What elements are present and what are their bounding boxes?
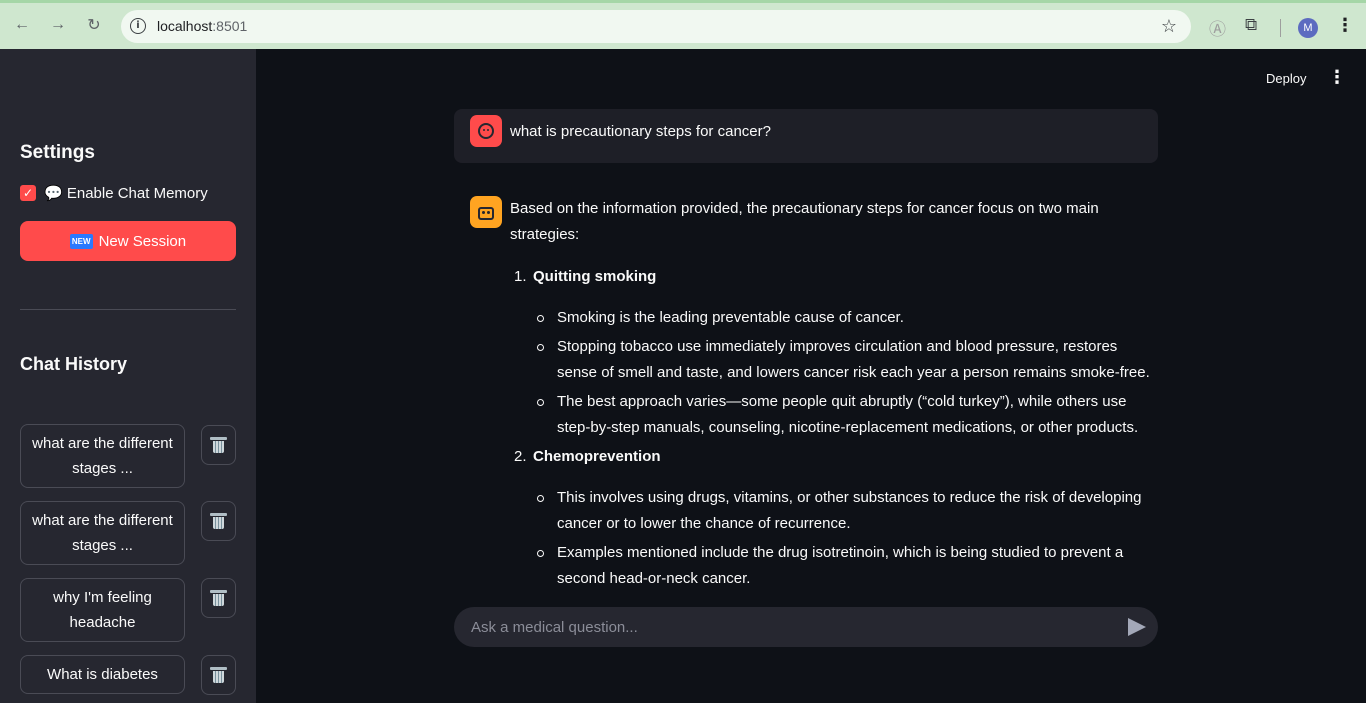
url-text: localhost:8501 (157, 18, 248, 34)
assistant-avatar-icon (470, 196, 502, 228)
bookmark-star-icon[interactable]: ☆ (1161, 16, 1177, 37)
history-item[interactable]: What is diabetes (20, 655, 185, 694)
send-icon[interactable] (1128, 618, 1146, 636)
delete-history-button[interactable] (201, 655, 236, 695)
list-number: 2. (514, 448, 527, 465)
trash-icon (210, 667, 227, 683)
chat-input-container (454, 607, 1158, 647)
new-session-button[interactable]: NEW New Session (20, 221, 236, 261)
sidebar-divider (20, 309, 236, 310)
list-item: 2. Chemoprevention This involves using d… (510, 444, 1160, 592)
trash-icon (210, 437, 227, 453)
bullet-item: Stopping tobacco use immediately improve… (533, 334, 1160, 386)
new-session-label: New Session (98, 232, 187, 250)
precaution-list: 1. Quitting smoking Smoking is the leadi… (510, 264, 1160, 592)
assistant-message: Based on the information provided, the p… (510, 196, 1160, 595)
new-badge-icon: NEW (69, 233, 93, 249)
reload-icon[interactable]: ↻ (82, 13, 106, 37)
delete-history-button[interactable] (201, 501, 236, 541)
back-icon[interactable]: ← (10, 13, 34, 37)
user-message: what is precautionary steps for cancer? (454, 109, 1158, 163)
app-menu-icon[interactable]: ⋮ (1328, 67, 1346, 88)
settings-title: Settings (20, 142, 95, 163)
history-item[interactable]: what are the different stages ... (20, 501, 185, 565)
bullet-item: This involves using drugs, vitamins, or … (533, 485, 1160, 537)
chat-memory-label: 💬 Enable Chat Memory (44, 185, 208, 202)
trash-icon (210, 590, 227, 606)
browser-toolbar: ← → ↻ i localhost:8501 ☆ Ⓐ ⧉ M ⋮ (0, 0, 1366, 49)
assistant-intro: Based on the information provided, the p… (510, 200, 1099, 243)
chat-history-title: Chat History (20, 354, 128, 374)
delete-history-button[interactable] (201, 578, 236, 618)
user-avatar-icon (470, 115, 502, 147)
site-info-icon[interactable]: i (130, 18, 146, 34)
chat-memory-checkbox-row[interactable]: ✓ 💬 Enable Chat Memory (20, 184, 208, 202)
profile-avatar[interactable]: M (1298, 18, 1318, 38)
forward-icon[interactable]: → (46, 13, 70, 37)
list-number: 1. (514, 268, 527, 285)
translate-icon[interactable]: Ⓐ (1209, 15, 1226, 40)
trash-icon (210, 513, 227, 529)
chat-input[interactable] (454, 607, 1104, 647)
section-heading: Chemoprevention (533, 448, 661, 465)
bullet-item: Examples mentioned include the drug isot… (533, 540, 1160, 592)
deploy-button[interactable]: Deploy (1266, 71, 1306, 86)
toolbar-divider (1280, 19, 1281, 37)
user-message-text: what is precautionary steps for cancer? (510, 123, 771, 140)
list-item: 1. Quitting smoking Smoking is the leadi… (510, 264, 1160, 441)
sidebar: Settings ✓ 💬 Enable Chat Memory NEW New … (0, 49, 256, 703)
chat-memory-checkbox[interactable]: ✓ (20, 185, 36, 201)
main-area: Deploy ⋮ what is precautionary steps for… (256, 49, 1366, 703)
section-heading: Quitting smoking (533, 268, 657, 285)
address-bar[interactable]: i localhost:8501 ☆ (121, 10, 1191, 43)
bullet-item: Smoking is the leading preventable cause… (533, 305, 1160, 331)
browser-menu-icon[interactable]: ⋮ (1336, 15, 1354, 36)
bullet-item: The best approach varies—some people qui… (533, 389, 1160, 441)
extensions-puzzle-icon[interactable]: ⧉ (1245, 15, 1257, 35)
history-item[interactable]: why I'm feeling headache (20, 578, 185, 642)
delete-history-button[interactable] (201, 425, 236, 465)
history-item[interactable]: what are the different stages ... (20, 424, 185, 488)
